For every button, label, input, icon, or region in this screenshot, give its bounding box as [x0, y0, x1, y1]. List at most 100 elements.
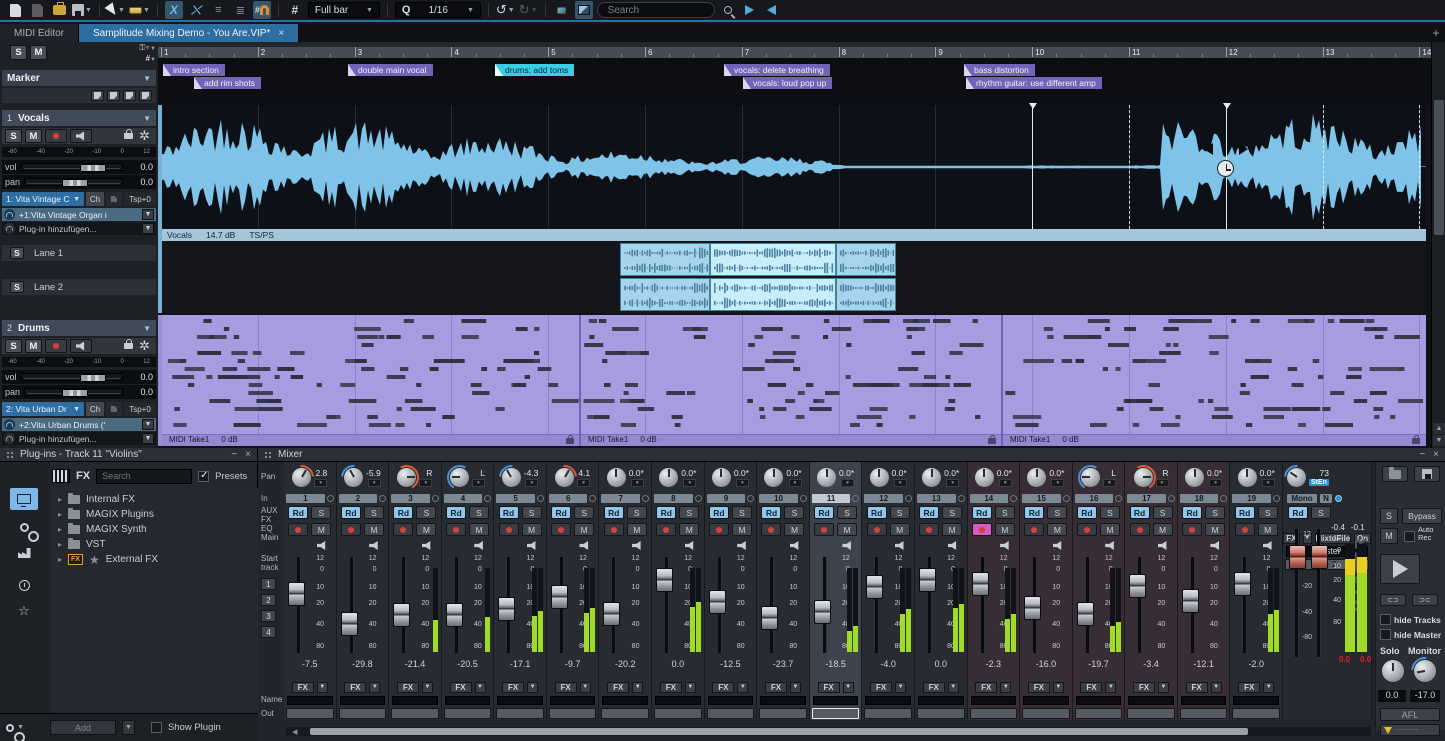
channel-out-button[interactable] [759, 708, 807, 719]
global-mute-button[interactable]: M [30, 45, 47, 60]
pan-options-icon[interactable]: ♥ [1156, 479, 1169, 487]
channel-number[interactable]: 19 [1232, 494, 1271, 503]
channel-number[interactable]: 7 [601, 494, 640, 503]
channel-phase-icon[interactable] [1115, 495, 1122, 502]
start-track-button-1[interactable]: 1 [261, 578, 276, 590]
channel-name-box[interactable] [813, 696, 859, 705]
record-button[interactable] [761, 523, 781, 536]
instrument-select[interactable]: 1: Vita Vintage C▼ [2, 192, 84, 206]
channel-out-button[interactable] [286, 708, 334, 719]
search-input[interactable] [597, 2, 715, 18]
read-automation-button[interactable]: Rd [341, 506, 361, 519]
pan-options-icon[interactable]: ♥ [736, 479, 749, 487]
fx-dropdown-icon[interactable]: ▼ [475, 682, 486, 693]
start-track-button-4[interactable]: 4 [261, 626, 276, 638]
record-button[interactable] [814, 523, 834, 536]
fx-dropdown-icon[interactable]: ▼ [1158, 682, 1169, 693]
pan-slider-handle[interactable] [62, 389, 88, 397]
mute-button[interactable]: M [784, 523, 804, 536]
read-automation-button[interactable]: Rd [551, 506, 571, 519]
channel-name-box[interactable] [1128, 696, 1174, 705]
channel-phase-icon[interactable] [432, 495, 439, 502]
fader-handle[interactable] [1234, 572, 1251, 596]
crossfade-editor-icon[interactable]: X [165, 1, 183, 19]
master-s-button[interactable]: S [1380, 508, 1398, 524]
speaker-icon[interactable] [685, 541, 696, 550]
mute-button[interactable]: M [995, 523, 1015, 536]
channel-name-box[interactable] [445, 696, 491, 705]
snap-mode-select[interactable]: Full bar▼ [308, 2, 380, 18]
channel-name-box[interactable] [1023, 696, 1069, 705]
hide-tracks-checkbox[interactable] [1380, 614, 1391, 625]
marker-cd-icon[interactable] [123, 90, 136, 101]
instrument-dropdown-icon[interactable]: ▼ [73, 196, 80, 203]
vscroll-handle[interactable] [1434, 100, 1444, 235]
mute-button[interactable]: M [416, 523, 436, 536]
instrument-dropdown-icon[interactable]: ▼ [73, 406, 80, 413]
cursor-tool-icon[interactable]: ▼ [107, 1, 125, 19]
speaker-icon[interactable] [1210, 541, 1221, 550]
pan-options-icon[interactable]: ♥ [946, 479, 959, 487]
auto-crossfade-icon[interactable]: ⤬ [187, 1, 205, 19]
fader-handle[interactable] [1129, 574, 1146, 598]
record-button[interactable] [446, 523, 466, 536]
fx-button[interactable]: FX [344, 682, 366, 693]
fx-dropdown-icon[interactable]: ▼ [1211, 682, 1222, 693]
search-next-icon[interactable] [741, 1, 759, 19]
channel-name-box[interactable] [287, 696, 333, 705]
fader-track[interactable] [1138, 557, 1142, 653]
track-mute-button[interactable]: M [25, 129, 42, 143]
marker-flag[interactable]: vocals: delete breathing [724, 64, 830, 76]
read-automation-button[interactable]: Rd [919, 506, 939, 519]
fx-dropdown-icon[interactable]: ▼ [737, 682, 748, 693]
lane-row-2[interactable]: SLane 2 [2, 279, 156, 295]
channel-number[interactable]: 4 [444, 494, 483, 503]
read-automation-button[interactable]: Rd [1235, 506, 1255, 519]
align-objects-2-icon[interactable]: ≣ [231, 1, 249, 19]
record-button[interactable] [919, 523, 939, 536]
fader-handle[interactable] [972, 572, 989, 596]
drums-midi-object[interactable]: MIDI Take10 dBMIDI Take10 dBMIDI Take10 … [161, 315, 1426, 446]
tab-inactive-0[interactable]: MIDI Editor [0, 24, 79, 42]
speaker-icon[interactable] [895, 541, 906, 550]
pan-knob[interactable] [1081, 468, 1100, 487]
channel-number[interactable]: 14 [970, 494, 1009, 503]
pan-slider-handle[interactable] [62, 179, 88, 187]
channel-out-button[interactable] [339, 708, 387, 719]
recent-category-icon[interactable] [10, 574, 38, 596]
pan-slider[interactable] [24, 388, 123, 396]
hide-master-checkbox[interactable] [1380, 629, 1391, 640]
channel-out-button[interactable] [970, 708, 1018, 719]
fader-handle[interactable] [656, 568, 673, 592]
channel-phase-icon[interactable] [747, 495, 754, 502]
mixer-close-icon[interactable]: × [1433, 449, 1439, 460]
pan-options-icon[interactable]: ♥ [894, 479, 907, 487]
instrument-select[interactable]: 2: Vita Urban Dr▼ [2, 402, 84, 416]
channel-phase-icon[interactable] [1168, 495, 1175, 502]
read-automation-button[interactable]: Rd [814, 506, 834, 519]
read-automation-button[interactable]: Rd [1077, 506, 1097, 519]
fader-handle[interactable] [1024, 596, 1041, 620]
midi-input-indicator[interactable]: Ilı [106, 192, 122, 206]
save-icon[interactable]: ▼ [72, 1, 92, 19]
marker-flag[interactable]: add rim shots [194, 77, 261, 89]
fader-handle[interactable] [866, 575, 883, 599]
fx-button[interactable]: FX [975, 682, 997, 693]
fader-handle[interactable] [551, 585, 568, 609]
start-track-button-3[interactable]: 3 [261, 610, 276, 622]
solo-button[interactable]: S [311, 506, 331, 519]
speaker-icon[interactable] [527, 541, 538, 550]
tree-item-vst[interactable]: ▸VST [50, 537, 258, 552]
plugin-settings-icon[interactable]: ▼ [6, 724, 24, 732]
scroll-up-icon[interactable]: ▲ [1433, 423, 1445, 434]
track-collapse-icon[interactable]: ▼ [143, 114, 151, 123]
solo-button[interactable]: S [574, 506, 594, 519]
track-monitor-button[interactable] [70, 129, 92, 143]
channel-out-button[interactable] [1180, 708, 1228, 719]
favorite-star-icon[interactable]: ★ [89, 553, 100, 567]
solo-button[interactable]: S [1100, 506, 1120, 519]
pan-options-icon[interactable]: ♥ [1103, 479, 1116, 487]
mute-button[interactable]: M [942, 523, 962, 536]
sten-badge[interactable]: StEn [1309, 479, 1329, 486]
fx-button[interactable]: FX [397, 682, 419, 693]
